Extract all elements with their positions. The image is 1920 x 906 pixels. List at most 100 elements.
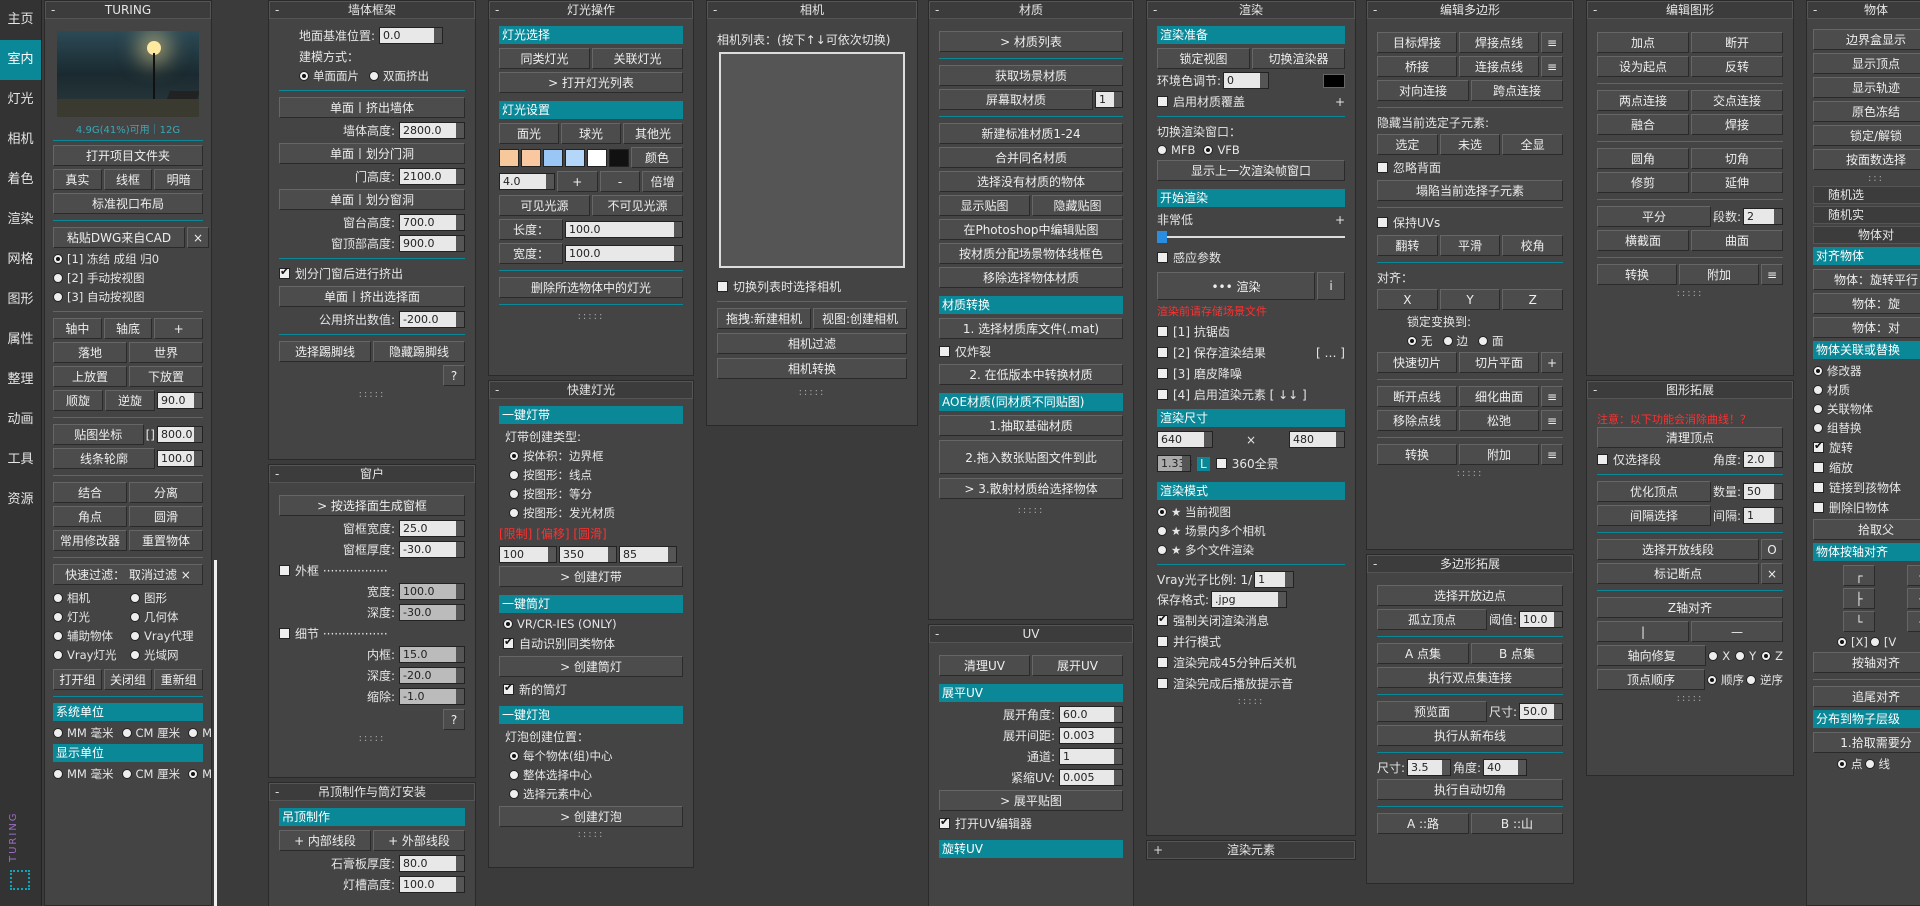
collapsed-panel[interactable]: 随机选 <box>1813 186 1920 204</box>
smooth-button[interactable]: 圆滑 <box>129 506 203 527</box>
material-panel-header[interactable]: - 材质 <box>929 1 1133 19</box>
menu-icon[interactable]: ≡ <box>1541 32 1563 53</box>
panel-grip[interactable]: ::::: <box>1377 468 1563 479</box>
unit-radio[interactable] <box>188 728 199 738</box>
screen-pick-material-button[interactable]: 屏幕取材质 <box>939 89 1093 110</box>
option-checkbox[interactable] <box>1813 462 1824 473</box>
light-type-button[interactable]: 球光 <box>561 123 621 144</box>
camera-convert-button[interactable]: 相机转换 <box>717 358 907 379</box>
merge-materials-button[interactable]: 合并同名材质 <box>939 147 1123 168</box>
window-panel-header[interactable]: - 窗户 <box>269 465 475 483</box>
double-extrude-radio[interactable] <box>369 71 379 81</box>
radio-button[interactable] <box>53 292 63 302</box>
path-a-button[interactable]: A ::路 <box>1377 813 1469 834</box>
frame-width-input[interactable]: 25.0 <box>399 520 465 537</box>
elements-panel-header[interactable]: + 渲染元素 <box>1147 841 1355 859</box>
plus-button[interactable]: + <box>557 171 598 192</box>
button-1[interactable]: 附加 <box>1679 264 1759 285</box>
gap-input[interactable]: 1 <box>1743 507 1783 524</box>
light-box-input[interactable]: 100.0 <box>399 876 465 893</box>
close-icon[interactable]: × <box>1761 563 1783 584</box>
parallel-checkbox[interactable] <box>1157 636 1168 647</box>
channel-input[interactable]: 1 <box>1059 748 1123 765</box>
world-button[interactable]: 世界 <box>129 342 203 363</box>
help-icon[interactable]: ? <box>443 709 465 730</box>
filter-radio[interactable] <box>130 650 140 660</box>
plus-icon[interactable]: + <box>154 318 204 339</box>
new-tube-checkbox[interactable] <box>503 681 514 695</box>
render-elements-checkbox[interactable] <box>1157 389 1168 400</box>
nav-item-5[interactable]: 渲染 <box>0 200 41 240</box>
outline-button[interactable]: 线条轮廓 <box>53 448 155 469</box>
ground-button[interactable]: 落地 <box>53 342 127 363</box>
close-messages-checkbox[interactable] <box>1157 612 1168 626</box>
open-uv-editor-checkbox[interactable] <box>939 815 950 829</box>
panel-grip[interactable]: ::::: <box>499 829 683 840</box>
convert-low-version-button[interactable]: 2. 在低版本中转换材质 <box>939 364 1123 385</box>
door-height-input[interactable]: 2100.0 <box>399 168 465 185</box>
plus-icon[interactable]: + <box>1541 352 1563 373</box>
optimize-vertex-button[interactable]: 优化顶点 <box>1597 481 1711 502</box>
corner-button[interactable]: 角点 <box>53 506 127 527</box>
object-button[interactable]: 显示轨迹 <box>1813 77 1920 98</box>
button-1[interactable]: Y <box>1439 289 1501 310</box>
nav-item-2[interactable]: 灯光 <box>0 80 41 120</box>
select-open-seg-button[interactable]: 选择开放线段 <box>1597 539 1759 560</box>
nav-item-3[interactable]: 相机 <box>0 120 41 160</box>
button-0[interactable]: 转换 <box>1377 444 1457 465</box>
env-input[interactable]: 0 <box>1223 72 1270 89</box>
create-strip-button[interactable]: > 创建灯带 <box>499 566 683 587</box>
panel-grip[interactable]: ::::: <box>939 505 1123 516</box>
button-1[interactable]: 附加 <box>1459 444 1539 465</box>
menu-icon[interactable]: ≡ <box>1541 56 1563 77</box>
rotate-ccw-button[interactable]: 逆旋 <box>105 390 155 411</box>
filter-radio[interactable] <box>53 650 63 660</box>
camera-panel-header[interactable]: - 相机 <box>707 1 917 19</box>
radio-button[interactable] <box>509 508 519 518</box>
render-button[interactable]: ••• 渲染 <box>1157 272 1315 300</box>
button-0[interactable]: X <box>1377 289 1438 310</box>
base-input[interactable]: 0.0 <box>379 27 444 44</box>
show-map-button[interactable]: 显示贴图 <box>939 195 1030 216</box>
only-seg-checkbox[interactable] <box>1597 454 1608 465</box>
axis-radio[interactable] <box>1869 637 1880 647</box>
vertex-order-button[interactable]: 顶点顺序 <box>1597 669 1705 690</box>
panel-grip[interactable]: ::::: <box>1157 696 1345 707</box>
button-1[interactable]: 反转 <box>1691 56 1783 77</box>
select-baseboard-button[interactable]: 选择踢脚线 <box>279 341 371 362</box>
button-0[interactable]: 翻转 <box>1377 235 1438 256</box>
denoise-checkbox[interactable] <box>1157 368 1168 379</box>
camera-listbox[interactable] <box>719 52 905 268</box>
color-swatch[interactable] <box>521 148 541 167</box>
paste-dwg-button[interactable]: 粘贴DWG来自CAD <box>53 227 185 248</box>
average-button[interactable]: 平分 <box>1597 206 1711 227</box>
select-on-switch-checkbox[interactable] <box>717 281 728 292</box>
env-color-swatch[interactable] <box>1323 73 1345 88</box>
button-0[interactable]: 对向连接 <box>1377 80 1469 101</box>
grid-align-button[interactable]: ├ <box>1843 588 1875 609</box>
strip-3-input[interactable]: 85 <box>619 546 677 563</box>
light-panel-header[interactable]: - 灯光操作 <box>489 1 693 19</box>
vfb-radio[interactable] <box>1203 145 1214 155</box>
button-0[interactable]: 断开点线 <box>1377 386 1457 407</box>
sensor-params-checkbox[interactable] <box>1157 252 1168 263</box>
nav-item-9[interactable]: 整理 <box>0 360 41 400</box>
drag-new-camera-button[interactable]: 拖拽:新建相机 <box>717 308 811 329</box>
minus-button[interactable]: - <box>599 171 641 192</box>
option-checkbox[interactable] <box>1813 482 1824 493</box>
open-folder-button[interactable]: 打开项目文件夹 <box>53 145 203 166</box>
shrink-input[interactable]: -1.0 <box>399 688 465 705</box>
chamfer-angle-input[interactable]: 40 <box>1483 759 1528 776</box>
nav-item-0[interactable]: 主页 <box>0 0 41 40</box>
button-0[interactable]: 两点连接 <box>1597 90 1689 111</box>
panel-grip[interactable]: ::::: <box>499 311 683 322</box>
unwrap-spacing-input[interactable]: 0.003 <box>1059 727 1123 744</box>
shutdown-checkbox[interactable] <box>1157 657 1168 668</box>
axis-button[interactable]: 轴底 <box>103 318 153 339</box>
grid-align-button[interactable]: ┌ <box>1843 565 1875 586</box>
group-button[interactable]: 关闭组 <box>103 669 153 690</box>
unit-radio[interactable] <box>53 769 63 779</box>
chamfer-size-input[interactable]: 3.5 <box>1407 759 1452 776</box>
vertical-button[interactable]: | <box>1597 621 1689 642</box>
extrude-face-button[interactable]: 单面丨挤出选择面 <box>279 286 465 307</box>
